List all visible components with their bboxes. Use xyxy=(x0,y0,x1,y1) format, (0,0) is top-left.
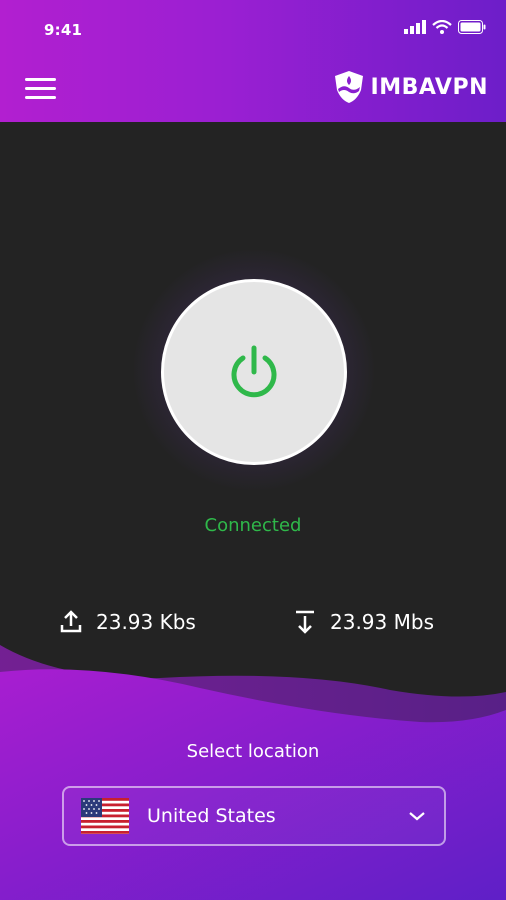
bottom-wave-background xyxy=(0,645,506,900)
menu-button[interactable] xyxy=(25,78,56,100)
select-location-label: Select location xyxy=(186,741,320,762)
power-button[interactable] xyxy=(161,279,347,465)
power-icon xyxy=(231,345,277,398)
us-flag-icon xyxy=(81,798,129,834)
signal-icon xyxy=(404,20,426,34)
wifi-icon xyxy=(432,20,452,34)
upload-icon xyxy=(60,610,82,633)
upload-value: 23.93 Kbs xyxy=(96,610,196,634)
connection-status: Connected xyxy=(204,515,302,536)
selected-country: United States xyxy=(147,805,276,827)
app-header: 9:41 IMBAVPN xyxy=(0,0,506,122)
download-value: 23.93 Mbs xyxy=(330,610,434,634)
download-icon xyxy=(296,610,314,634)
chevron-down-icon xyxy=(409,812,425,821)
brand-name: IMBAVPN xyxy=(370,74,488,100)
upload-speed: 23.93 Kbs xyxy=(60,610,196,634)
shield-logo-icon xyxy=(334,71,363,103)
battery-icon xyxy=(458,20,486,34)
hamburger-menu-icon xyxy=(25,78,56,81)
download-speed: 23.93 Mbs xyxy=(294,610,434,634)
location-dropdown[interactable]: United States xyxy=(62,786,446,846)
status-icons xyxy=(404,20,486,34)
brand-logo: IMBAVPN xyxy=(333,70,488,104)
status-time: 9:41 xyxy=(44,21,83,39)
